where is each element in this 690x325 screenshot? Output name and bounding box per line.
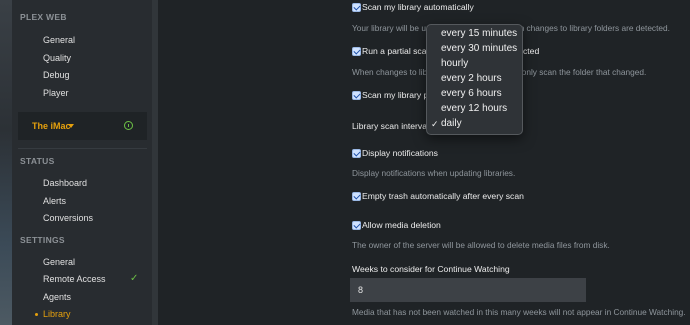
interval-option-hourly[interactable]: hourly — [441, 58, 468, 69]
sidebar-item-library[interactable]: Library — [43, 309, 71, 319]
scan-interval-dropdown-menu[interactable]: every 15 minutes every 30 minutes hourly… — [426, 24, 523, 135]
empty-trash-label: Empty trash automatically after every sc… — [362, 191, 524, 201]
interval-option-15-minutes[interactable]: every 15 minutes — [441, 28, 517, 39]
sidebar-item-conversions[interactable]: Conversions — [43, 213, 93, 223]
interval-option-30-minutes[interactable]: every 30 minutes — [441, 43, 517, 54]
interval-option-2-hours[interactable]: every 2 hours — [441, 73, 502, 84]
sidebar-border — [152, 0, 158, 325]
interval-option-12-hours[interactable]: every 12 hours — [441, 103, 507, 114]
allow-deletion-label: Allow media deletion — [362, 220, 441, 230]
server-selector[interactable]: The iMac — [18, 112, 147, 140]
sidebar: PLEX WEB General Quality Debug Player Th… — [0, 0, 152, 325]
sidebar-divider — [18, 148, 147, 149]
allow-deletion-desc: The owner of the server will be allowed … — [352, 240, 610, 250]
weeks-input[interactable] — [350, 278, 586, 302]
partial-scan-checkbox[interactable] — [352, 47, 361, 56]
scan-automatically-checkbox[interactable] — [352, 3, 361, 12]
allow-deletion-checkbox[interactable] — [352, 221, 361, 230]
active-bullet-icon — [35, 313, 38, 316]
chevron-down-icon — [68, 124, 74, 128]
power-on-icon — [124, 121, 133, 130]
background-strip — [0, 0, 12, 325]
sidebar-item-dashboard[interactable]: Dashboard — [43, 178, 87, 188]
sidebar-item-player[interactable]: Player — [43, 88, 69, 98]
scan-automatically-label: Scan my library automatically — [362, 2, 474, 12]
display-notifications-checkbox[interactable] — [352, 149, 361, 158]
checkmark-icon: ✓ — [431, 119, 439, 129]
plex-web-header: PLEX WEB — [20, 12, 67, 22]
display-notifications-desc: Display notifications when updating libr… — [352, 168, 516, 178]
checkmark-icon: ✓ — [130, 273, 139, 284]
interval-option-6-hours[interactable]: every 6 hours — [441, 88, 502, 99]
server-name: The iMac — [32, 121, 71, 131]
sidebar-item-quality[interactable]: Quality — [43, 53, 71, 63]
scan-periodically-checkbox[interactable] — [352, 91, 361, 100]
sidebar-item-general[interactable]: General — [43, 257, 75, 267]
sidebar-item-alerts[interactable]: Alerts — [43, 196, 66, 206]
settings-header: SETTINGS — [20, 235, 65, 245]
sidebar-item-general-web[interactable]: General — [43, 35, 75, 45]
sidebar-item-remote-access[interactable]: Remote Access — [43, 274, 106, 284]
sidebar-item-debug[interactable]: Debug — [43, 70, 70, 80]
weeks-desc: Media that has not been watched in this … — [352, 307, 686, 317]
empty-trash-checkbox[interactable] — [352, 192, 361, 201]
sidebar-item-agents[interactable]: Agents — [43, 292, 71, 302]
interval-option-daily[interactable]: daily — [441, 118, 462, 129]
status-header: STATUS — [20, 156, 55, 166]
scan-interval-label: Library scan interval — [352, 121, 429, 131]
weeks-label: Weeks to consider for Continue Watching — [352, 264, 510, 274]
display-notifications-label: Display notifications — [362, 148, 438, 158]
